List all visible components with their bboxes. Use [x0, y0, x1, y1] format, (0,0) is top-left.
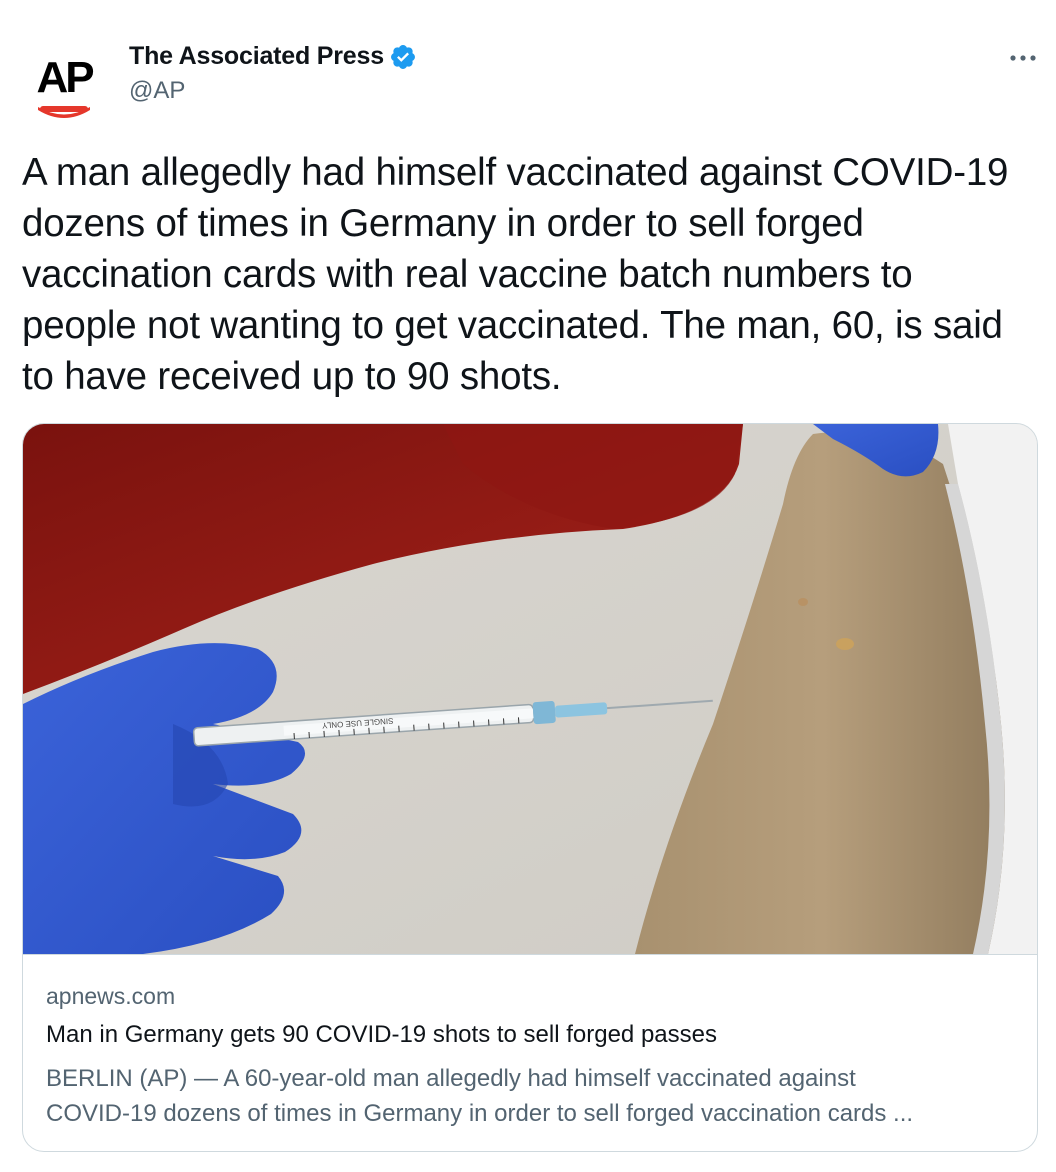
verified-badge-icon: [390, 44, 415, 69]
card-description-line-2: COVID-19 dozens of times in Germany in o…: [46, 1100, 914, 1127]
card-description: BERLIN (AP) — A 60-year-old man allegedl…: [46, 1061, 1016, 1131]
vaccination-photo: SINGLE USE ONLY: [23, 424, 1037, 954]
card-title[interactable]: Man in Germany gets 90 COVID-19 shots to…: [46, 1021, 717, 1049]
avatar-logo-text: AP: [36, 53, 93, 102]
author-handle[interactable]: @AP: [129, 77, 185, 105]
tweet-text: A man allegedly had himself vaccinated a…: [22, 151, 1009, 398]
link-preview-card[interactable]: SINGLE USE ONLY apnews.com Man in German…: [22, 423, 1038, 1152]
card-description-line-1: BERLIN (AP) — A 60-year-old man allegedl…: [46, 1065, 856, 1092]
ellipsis-horizontal-icon: [1010, 55, 1036, 61]
more-options-button[interactable]: [1008, 43, 1038, 73]
card-image[interactable]: SINGLE USE ONLY: [23, 424, 1037, 955]
author-name-row[interactable]: The Associated Press: [129, 42, 417, 71]
card-domain: apnews.com: [46, 983, 176, 1009]
author-display-name[interactable]: The Associated Press: [129, 42, 384, 71]
author-avatar[interactable]: AP: [22, 40, 106, 124]
ap-logo-icon: AP: [22, 40, 106, 124]
